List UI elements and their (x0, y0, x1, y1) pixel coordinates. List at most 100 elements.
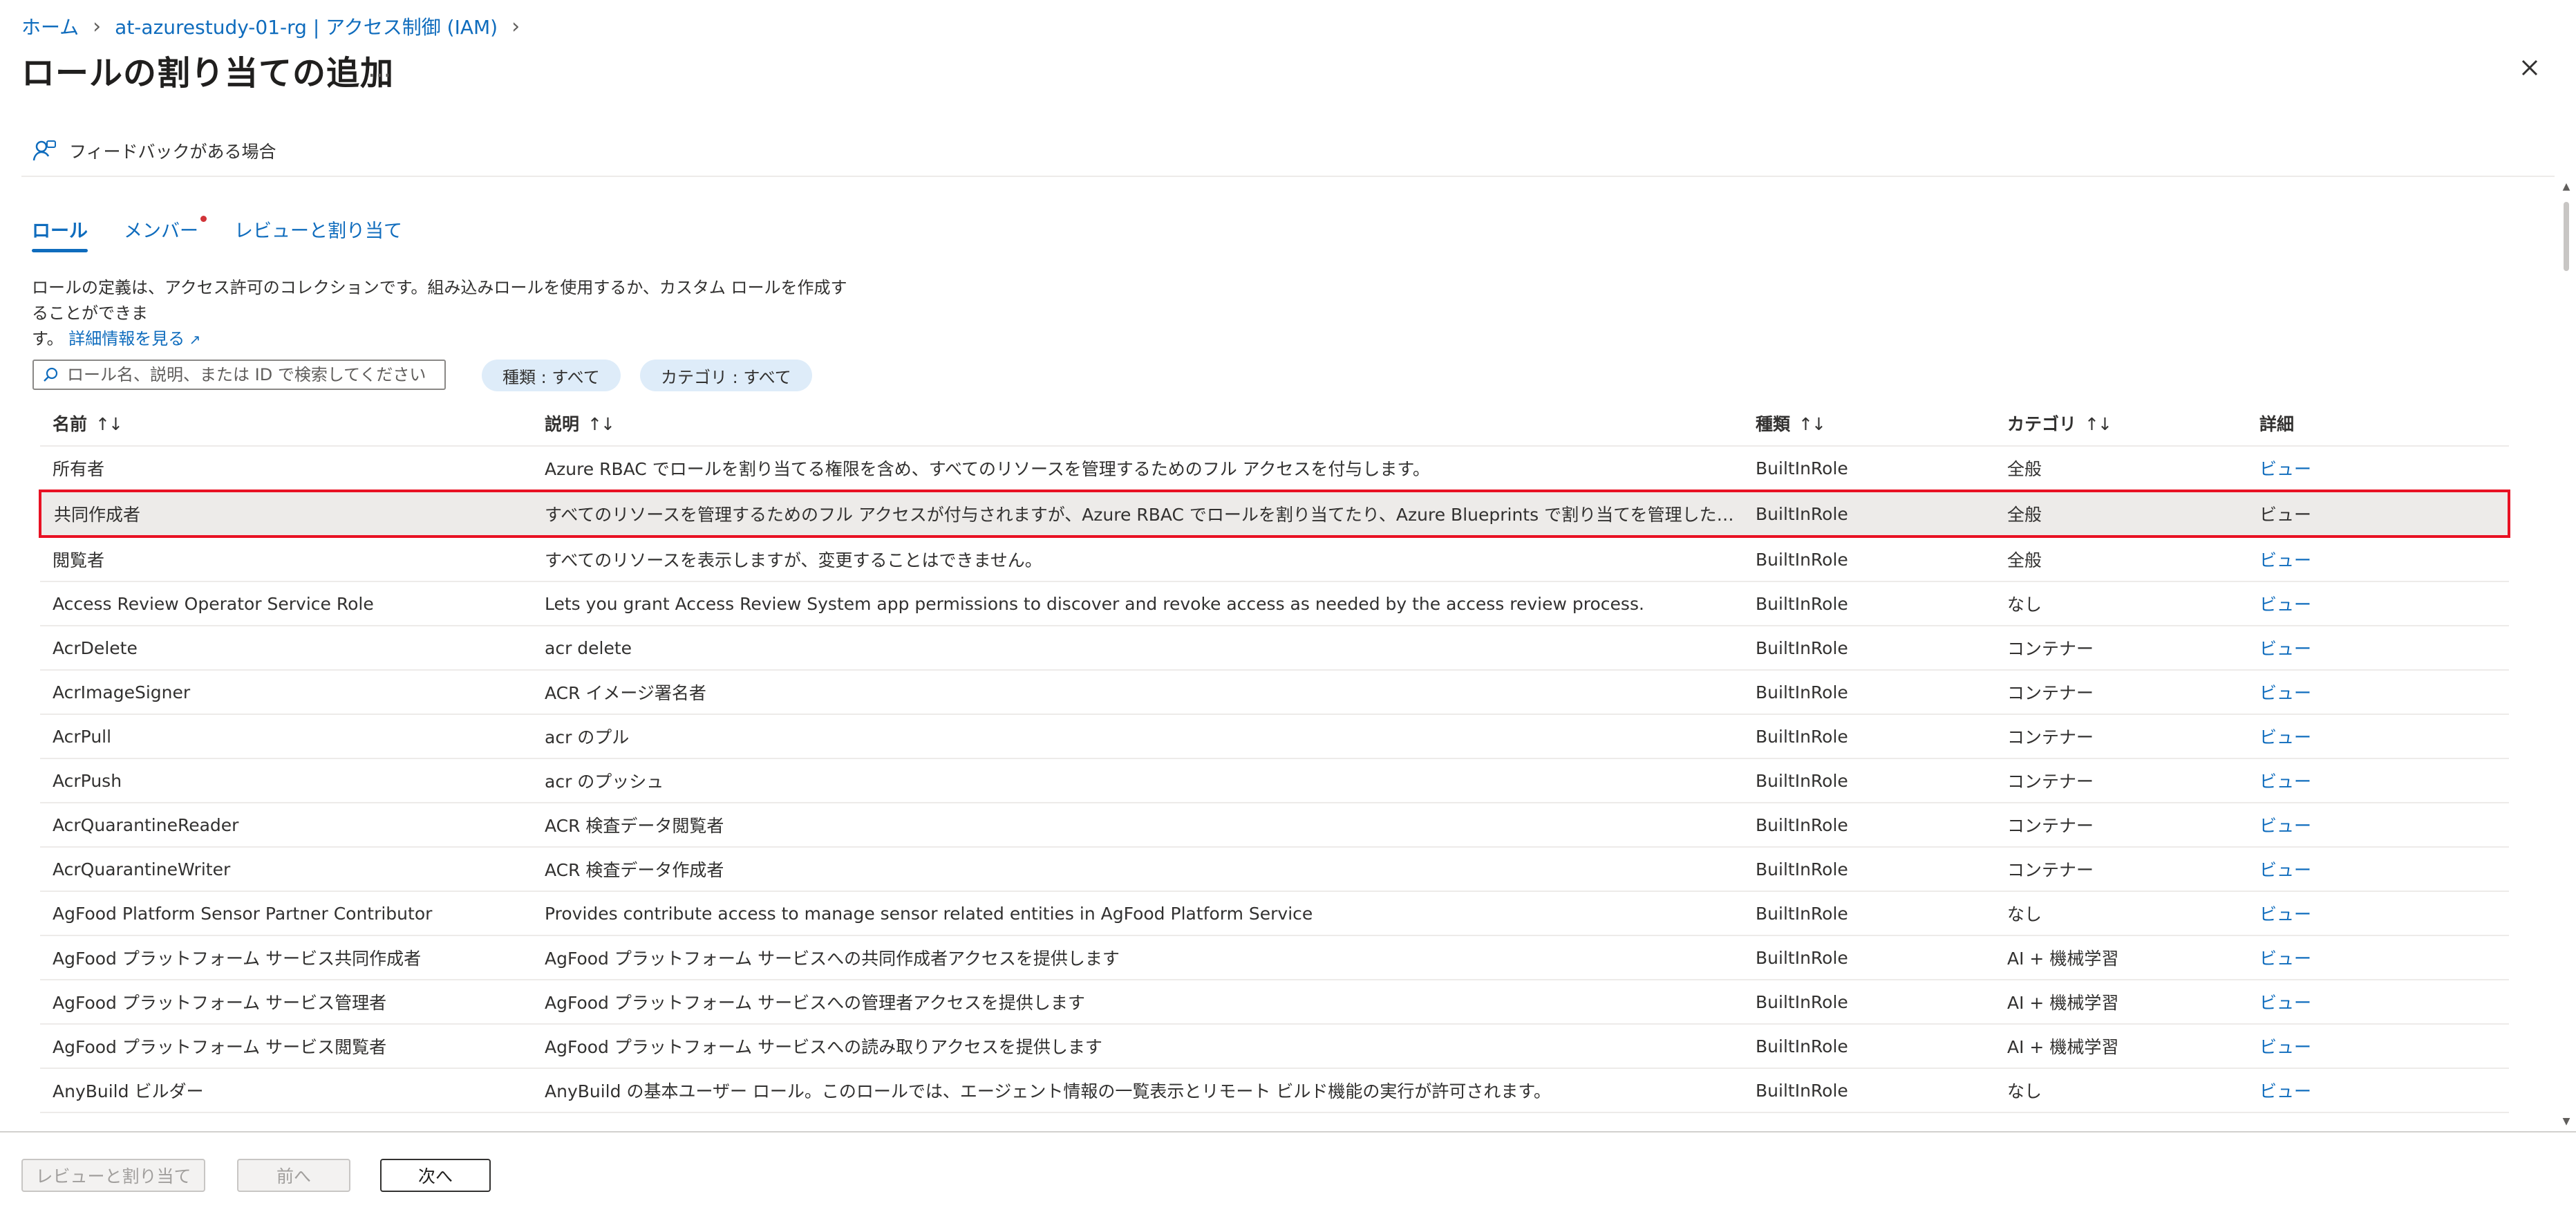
role-type: BuiltInRole (1743, 670, 1995, 715)
view-link[interactable]: ビュー (2247, 581, 2509, 626)
view-link[interactable]: ビュー (2247, 446, 2509, 492)
role-category: 全般 (1995, 446, 2247, 492)
column-header-type[interactable]: 種類 ↑↓ (1743, 401, 1995, 447)
role-name: AcrPush (40, 758, 532, 803)
roles-table: 名前 ↑↓ 説明 ↑↓ 種類 ↑↓ カテゴリ ↑↓ 詳細 所有者 Azure RBAC で… (39, 401, 2510, 1113)
close-icon[interactable] (2516, 54, 2544, 82)
role-name: Access Review Operator Service Role (40, 581, 532, 626)
table-row[interactable]: AcrImageSigner ACR イメージ署名者 BuiltInRole コンテナ… (40, 670, 2509, 715)
table-row[interactable]: AgFood プラットフォーム サービス閲覧者 AgFood プラットフォーム サ… (40, 1024, 2509, 1069)
role-description-cell: Azure RBAC でロールを割り当てる権限を含め、すべてのリソースを管理する… (532, 446, 1743, 492)
role-description-cell: すべてのリソースを表示しますが、変更することはできません。 (532, 537, 1743, 582)
table-row[interactable]: AcrDelete acr delete BuiltInRole コンテナー ビュー (40, 626, 2509, 671)
view-link[interactable]: ビュー (2247, 1068, 2509, 1113)
footer-divider (0, 1131, 2576, 1133)
scroll-down-icon[interactable]: ▼ (2561, 1116, 2571, 1127)
role-type: BuiltInRole (1743, 626, 1995, 671)
role-category: 全般 (1995, 490, 2247, 538)
tab-bar: ロール メンバー レビューと割り当て (32, 216, 438, 252)
view-link[interactable]: ビュー (2247, 670, 2509, 715)
page-title: ロールの割り当ての追加 (21, 54, 395, 93)
tab-review-label: レビューと割り当て (234, 221, 402, 242)
view-link[interactable]: ビュー (2247, 490, 2510, 538)
role-category: なし (1995, 891, 2247, 936)
role-description-cell: AnyBuild の基本ユーザー ロール。このロールでは、エージェント情報の一覧… (532, 1068, 1743, 1113)
table-row[interactable]: AcrQuarantineReader ACR 検査データ閲覧者 BuiltInRo… (40, 803, 2509, 848)
view-link[interactable]: ビュー (2247, 714, 2509, 759)
view-link[interactable]: ビュー (2247, 980, 2509, 1025)
role-name: AcrDelete (40, 626, 532, 671)
column-header-description[interactable]: 説明 ↑↓ (532, 401, 1743, 447)
table-row-selected[interactable]: 共同作成者 すべてのリソースを管理するためのフル アクセスが付与されますが、Azu… (39, 490, 2510, 538)
breadcrumb-resource-group[interactable]: at-azurestudy-01-rg | アクセス制御 (IAM) (115, 12, 498, 40)
sort-icon: ↑↓ (2085, 414, 2112, 434)
tab-members-label: メンバー (124, 221, 198, 242)
role-type: BuiltInRole (1743, 935, 1995, 980)
view-link[interactable]: ビュー (2247, 626, 2509, 671)
column-header-category[interactable]: カテゴリ ↑↓ (1995, 401, 2247, 447)
view-link[interactable]: ビュー (2247, 935, 2509, 980)
role-description-cell: AgFood プラットフォーム サービスへの共同作成者アクセスを提供します (532, 935, 1743, 980)
feedback-label: フィードバックがある場合 (69, 142, 276, 162)
table-row[interactable]: AgFood プラットフォーム サービス管理者 AgFood プラットフォーム サ… (40, 980, 2509, 1025)
view-link[interactable]: ビュー (2247, 537, 2509, 582)
role-category: AI + 機械学習 (1995, 1024, 2247, 1069)
view-link[interactable]: ビュー (2247, 847, 2509, 892)
breadcrumb-home[interactable]: ホーム (21, 12, 79, 40)
tab-role[interactable]: ロール (32, 216, 88, 252)
role-category: AI + 機械学習 (1995, 980, 2247, 1025)
breadcrumb-chevron-icon: › (511, 14, 520, 39)
search-icon (44, 367, 58, 382)
role-category: コンテナー (1995, 626, 2247, 671)
role-type: BuiltInRole (1743, 537, 1995, 582)
table-row[interactable]: Access Review Operator Service Role Lets … (40, 581, 2509, 626)
column-header-details: 詳細 (2247, 401, 2509, 447)
role-description-cell: ACR 検査データ作成者 (532, 847, 1743, 892)
role-name: AcrPull (40, 714, 532, 759)
role-name: AgFood プラットフォーム サービス共同作成者 (40, 935, 532, 980)
vertical-scrollbar[interactable]: ▲ ▼ (2561, 181, 2571, 1127)
scroll-up-icon[interactable]: ▲ (2561, 181, 2571, 192)
role-description-cell: AgFood プラットフォーム サービスへの読み取りアクセスを提供します (532, 1024, 1743, 1069)
table-row[interactable]: AgFood プラットフォーム サービス共同作成者 AgFood プラットフォーム… (40, 935, 2509, 980)
view-link[interactable]: ビュー (2247, 803, 2509, 848)
role-name: AnyBuild ビルダー (40, 1068, 532, 1113)
sort-icon: ↑↓ (587, 414, 615, 434)
table-row[interactable]: AnyBuild ビルダー AnyBuild の基本ユーザー ロール。このロールで… (40, 1068, 2509, 1113)
search-input[interactable] (66, 364, 428, 385)
table-row[interactable]: 所有者 Azure RBAC でロールを割り当てる権限を含め、すべてのリソースを管… (40, 446, 2509, 492)
feedback-link[interactable]: フィードバックがある場合 (32, 136, 276, 166)
role-category: コンテナー (1995, 803, 2247, 848)
breadcrumb: ホーム › at-azurestudy-01-rg | アクセス制御 (IAM)… (21, 12, 534, 40)
next-button[interactable]: 次へ (380, 1159, 491, 1192)
review-assign-button[interactable]: レビューと割り当て (21, 1159, 205, 1192)
role-type: BuiltInRole (1743, 1024, 1995, 1069)
search-box[interactable] (32, 360, 446, 390)
role-type: BuiltInRole (1743, 803, 1995, 848)
scrollbar-thumb[interactable] (2564, 202, 2569, 271)
table-row[interactable]: AcrQuarantineWriter ACR 検査データ作成者 BuiltInRo… (40, 847, 2509, 892)
role-category: コンテナー (1995, 670, 2247, 715)
role-name: AcrQuarantineWriter (40, 847, 532, 892)
role-description-cell: AgFood プラットフォーム サービスへの管理者アクセスを提供します (532, 980, 1743, 1025)
tab-review-assign[interactable]: レビューと割り当て (234, 216, 402, 252)
sort-icon: ↑↓ (1798, 414, 1826, 434)
table-row[interactable]: 閲覧者 すべてのリソースを表示しますが、変更することはできません。 BuiltInR… (40, 537, 2509, 582)
column-header-name[interactable]: 名前 ↑↓ (40, 401, 532, 447)
table-row[interactable]: AgFood Platform Sensor Partner Contribut… (40, 891, 2509, 936)
filter-category[interactable]: カテゴリ : すべて (640, 360, 812, 391)
role-category: コンテナー (1995, 714, 2247, 759)
more-options-icon[interactable]: … (368, 55, 393, 83)
filter-type[interactable]: 種類 : すべて (482, 360, 621, 391)
learn-more-link[interactable]: 詳細情報を見る (68, 329, 185, 348)
required-dot-icon (200, 216, 207, 222)
view-link[interactable]: ビュー (2247, 758, 2509, 803)
role-description: ロールの定義は、アクセス許可のコレクションです。組み込みロールを使用するか、カス… (32, 275, 861, 353)
view-link[interactable]: ビュー (2247, 891, 2509, 936)
tab-members[interactable]: メンバー (124, 216, 207, 252)
view-link[interactable]: ビュー (2247, 1024, 2509, 1069)
role-type: BuiltInRole (1743, 758, 1995, 803)
table-row[interactable]: AcrPush acr のプッシュ BuiltInRole コンテナー ビュー (40, 758, 2509, 803)
previous-button[interactable]: 前へ (237, 1159, 350, 1192)
table-row[interactable]: AcrPull acr のプル BuiltInRole コンテナー ビュー (40, 714, 2509, 759)
